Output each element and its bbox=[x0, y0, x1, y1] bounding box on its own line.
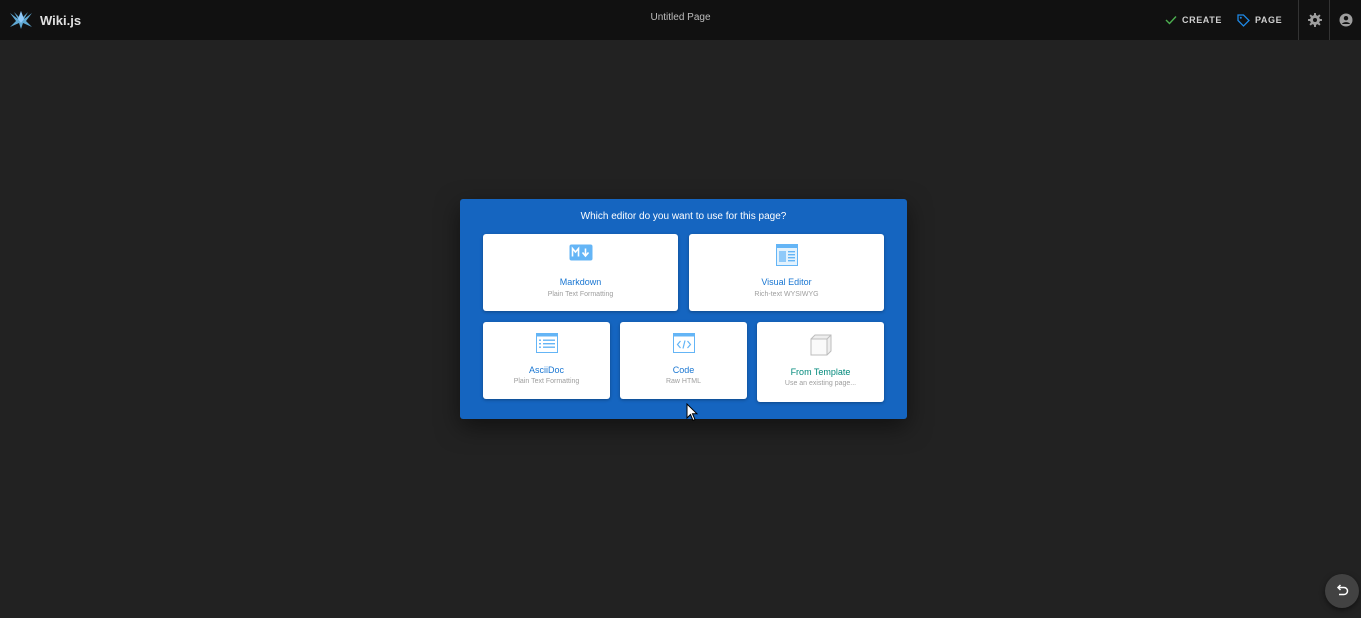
visual-editor-subtitle: Rich-text WYSIWYG bbox=[754, 291, 819, 298]
tag-icon bbox=[1237, 13, 1250, 27]
wikijs-logo-icon bbox=[10, 11, 32, 29]
check-icon bbox=[1165, 16, 1177, 25]
visual-editor-title: Visual Editor bbox=[761, 277, 812, 287]
page-button[interactable]: PAGE bbox=[1237, 0, 1282, 40]
top-app-bar: Wiki.js Untitled Page CREATE PAGE bbox=[0, 0, 1361, 40]
dialog-title: Which editor do you want to use for this… bbox=[580, 211, 787, 222]
asciidoc-subtitle: Plain Text Formatting bbox=[513, 378, 580, 385]
code-subtitle: Raw HTML bbox=[665, 378, 701, 385]
create-label: CREATE bbox=[1182, 15, 1222, 25]
code-icon bbox=[672, 333, 695, 353]
from-template-subtitle: Use an existing page... bbox=[784, 380, 857, 387]
from-template-title: From Template bbox=[790, 367, 851, 377]
markdown-icon bbox=[569, 244, 592, 261]
brand-name: Wiki.js bbox=[40, 12, 82, 28]
undo-fab-button[interactable] bbox=[1325, 574, 1359, 608]
markdown-subtitle: Plain Text Formatting bbox=[547, 291, 614, 298]
markdown-editor-card[interactable]: Markdown Plain Text Formatting bbox=[483, 234, 678, 311]
toolbar-divider bbox=[1298, 0, 1299, 40]
markdown-title: Markdown bbox=[559, 277, 602, 287]
gear-icon bbox=[1308, 13, 1322, 27]
visual-editor-card[interactable]: Visual Editor Rich-text WYSIWYG bbox=[689, 234, 884, 311]
asciidoc-title: AsciiDoc bbox=[528, 365, 564, 375]
page-label: PAGE bbox=[1255, 15, 1283, 25]
visual-editor-icon bbox=[775, 244, 798, 266]
asciidoc-icon bbox=[535, 333, 558, 353]
from-template-card[interactable]: From Template Use an existing page... bbox=[757, 322, 884, 402]
settings-button[interactable] bbox=[1305, 10, 1325, 30]
code-title: Code bbox=[672, 365, 695, 375]
editor-select-dialog: Which editor do you want to use for this… bbox=[460, 199, 907, 419]
account-circle-icon bbox=[1339, 13, 1353, 27]
undo-icon bbox=[1336, 584, 1349, 596]
brand[interactable]: Wiki.js bbox=[9, 8, 81, 32]
asciidoc-editor-card[interactable]: AsciiDoc Plain Text Formatting bbox=[483, 322, 610, 399]
toolbar-divider bbox=[1329, 0, 1330, 40]
template-cube-icon bbox=[810, 334, 831, 356]
page-title: Untitled Page bbox=[650, 12, 711, 23]
code-editor-card[interactable]: Code Raw HTML bbox=[620, 322, 747, 399]
create-button[interactable]: CREATE bbox=[1165, 0, 1222, 40]
account-button[interactable] bbox=[1336, 10, 1356, 30]
